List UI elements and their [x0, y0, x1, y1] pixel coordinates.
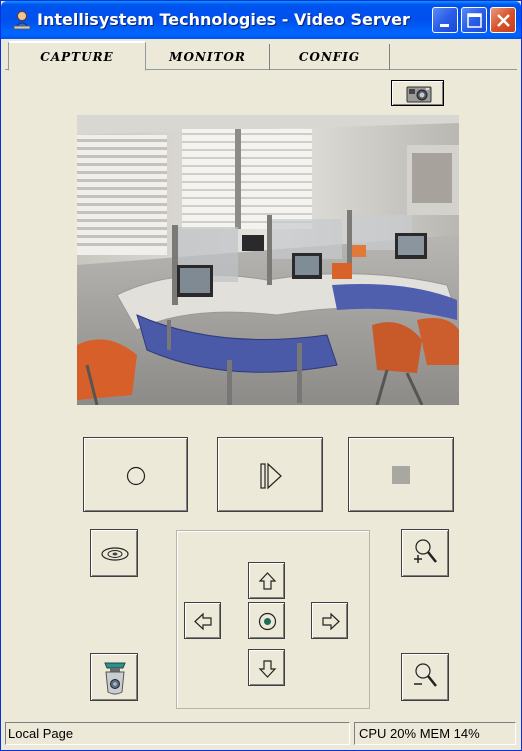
status-resources: CPU 20% MEM 14%	[354, 722, 516, 745]
arrow-down-icon	[258, 660, 277, 678]
stop-button[interactable]	[348, 437, 454, 512]
stop-square-icon	[392, 466, 410, 484]
close-icon	[497, 14, 510, 27]
zoom-in-icon	[414, 539, 437, 563]
home-position-button[interactable]	[248, 602, 285, 639]
title-bar[interactable]: Intellisystem Technologies - Video Serve…	[1, 1, 521, 39]
camera-device-button[interactable]	[90, 653, 138, 701]
status-location: Local Page	[5, 722, 350, 745]
zoom-in-button[interactable]	[401, 529, 449, 577]
zoom-out-button[interactable]	[401, 653, 449, 701]
arrow-right-icon	[322, 612, 340, 631]
minimize-button[interactable]	[432, 7, 458, 33]
window-title: Intellisystem Technologies - Video Serve…	[37, 10, 410, 29]
tab-monitor[interactable]: MONITOR	[146, 44, 270, 70]
pan-up-button[interactable]	[248, 562, 285, 599]
minimize-icon	[440, 24, 449, 27]
tab-config[interactable]: CONFIG	[270, 44, 390, 70]
snapshot-button[interactable]	[391, 80, 444, 106]
iris-lens-icon	[101, 547, 129, 561]
record-circle-icon	[126, 466, 146, 486]
office-camera-feed	[77, 115, 459, 405]
maximize-button[interactable]	[461, 7, 487, 33]
camera-device-icon	[104, 662, 126, 695]
pan-left-button[interactable]	[184, 602, 221, 639]
arrow-up-icon	[258, 572, 277, 590]
pan-down-button[interactable]	[248, 649, 285, 686]
record-button[interactable]	[83, 437, 188, 512]
home-target-icon	[258, 612, 277, 631]
app-window: Intellisystem Technologies - Video Serve…	[0, 0, 522, 751]
play-triangle-icon	[260, 462, 282, 490]
pan-right-button[interactable]	[311, 602, 348, 639]
tab-capture[interactable]: CAPTURE	[8, 41, 146, 71]
close-button[interactable]	[490, 7, 516, 33]
iris-button[interactable]	[90, 529, 138, 577]
arrow-left-icon	[194, 612, 212, 631]
camera-icon	[406, 86, 432, 103]
tab-strip: CAPTURE MONITOR CONFIG	[5, 40, 517, 71]
play-button[interactable]	[217, 437, 323, 512]
maximize-icon	[467, 13, 482, 28]
zoom-out-icon	[414, 663, 437, 687]
status-bar: Local Page CPU 20% MEM 14%	[5, 722, 517, 746]
server-app-icon[interactable]	[12, 10, 32, 30]
